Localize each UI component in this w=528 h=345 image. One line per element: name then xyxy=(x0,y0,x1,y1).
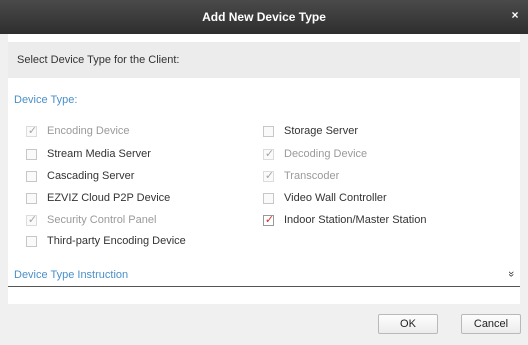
option-encoding-device: ✓ Encoding Device xyxy=(26,124,130,138)
check-icon: ✓ xyxy=(27,213,38,226)
option-label: Third-party Encoding Device xyxy=(47,235,186,247)
prompt-text: Select Device Type for the Client: xyxy=(17,54,180,66)
checkbox-storage-server[interactable] xyxy=(263,125,274,137)
check-icon: ✓ xyxy=(264,147,275,160)
checkbox-stream-media-server[interactable] xyxy=(26,148,37,160)
device-type-label: Device Type: xyxy=(14,94,78,106)
option-indoor-station[interactable]: ✓ Indoor Station/Master Station xyxy=(263,213,426,227)
checkbox-third-party-encoding-device[interactable] xyxy=(26,235,37,247)
check-icon: ✓ xyxy=(264,213,275,226)
title-bar: Add New Device Type × xyxy=(0,0,528,34)
option-label: Video Wall Controller xyxy=(284,192,387,204)
option-transcoder: ✓ Transcoder xyxy=(263,169,339,183)
checkbox-transcoder: ✓ xyxy=(263,169,275,182)
checkbox-decoding-device: ✓ xyxy=(263,147,275,160)
checkbox-cascading-server[interactable] xyxy=(26,170,37,182)
expand-chevron-icon[interactable]: » xyxy=(505,271,517,277)
option-label: Stream Media Server xyxy=(47,148,151,160)
option-label: Transcoder xyxy=(284,170,340,182)
ok-button[interactable]: OK xyxy=(378,314,438,334)
option-third-party-encoding-device[interactable]: Third-party Encoding Device xyxy=(26,234,186,248)
checkbox-encoding-device: ✓ xyxy=(26,124,38,137)
option-label: Storage Server xyxy=(284,125,358,137)
option-storage-server[interactable]: Storage Server xyxy=(263,124,358,138)
option-cascading-server[interactable]: Cascading Server xyxy=(26,169,134,183)
cancel-button[interactable]: Cancel xyxy=(461,314,521,334)
check-icon: ✓ xyxy=(264,169,275,182)
instruction-label: Device Type Instruction xyxy=(14,269,129,281)
option-label: Encoding Device xyxy=(47,125,130,137)
checkbox-security-control-panel: ✓ xyxy=(26,213,38,226)
checkbox-video-wall-controller[interactable] xyxy=(263,192,274,204)
check-icon: ✓ xyxy=(27,124,38,137)
close-icon[interactable]: × xyxy=(508,8,522,22)
dialog-title: Add New Device Type xyxy=(202,10,326,24)
option-label: Decoding Device xyxy=(284,148,368,160)
dialog-footer: OK Cancel xyxy=(0,304,528,345)
option-label: Indoor Station/Master Station xyxy=(284,214,427,226)
device-type-instruction-section[interactable]: Device Type Instruction » xyxy=(8,261,520,287)
option-label: Cascading Server xyxy=(47,170,135,182)
dialog-content: Select Device Type for the Client: Devic… xyxy=(8,34,520,304)
option-ezviz-cloud-p2p-device[interactable]: EZVIZ Cloud P2P Device xyxy=(26,191,170,205)
checkbox-indoor-station[interactable]: ✓ xyxy=(263,213,275,226)
option-label: Security Control Panel xyxy=(47,214,157,226)
prompt-box: Select Device Type for the Client: xyxy=(8,42,520,78)
checkbox-ezviz-cloud-p2p-device[interactable] xyxy=(26,192,37,204)
add-device-type-dialog: Add New Device Type × Select Device Type… xyxy=(0,0,528,345)
option-security-control-panel: ✓ Security Control Panel xyxy=(26,213,156,227)
option-stream-media-server[interactable]: Stream Media Server xyxy=(26,147,151,161)
option-decoding-device: ✓ Decoding Device xyxy=(263,147,367,161)
option-video-wall-controller[interactable]: Video Wall Controller xyxy=(263,191,387,205)
option-label: EZVIZ Cloud P2P Device xyxy=(47,192,171,204)
